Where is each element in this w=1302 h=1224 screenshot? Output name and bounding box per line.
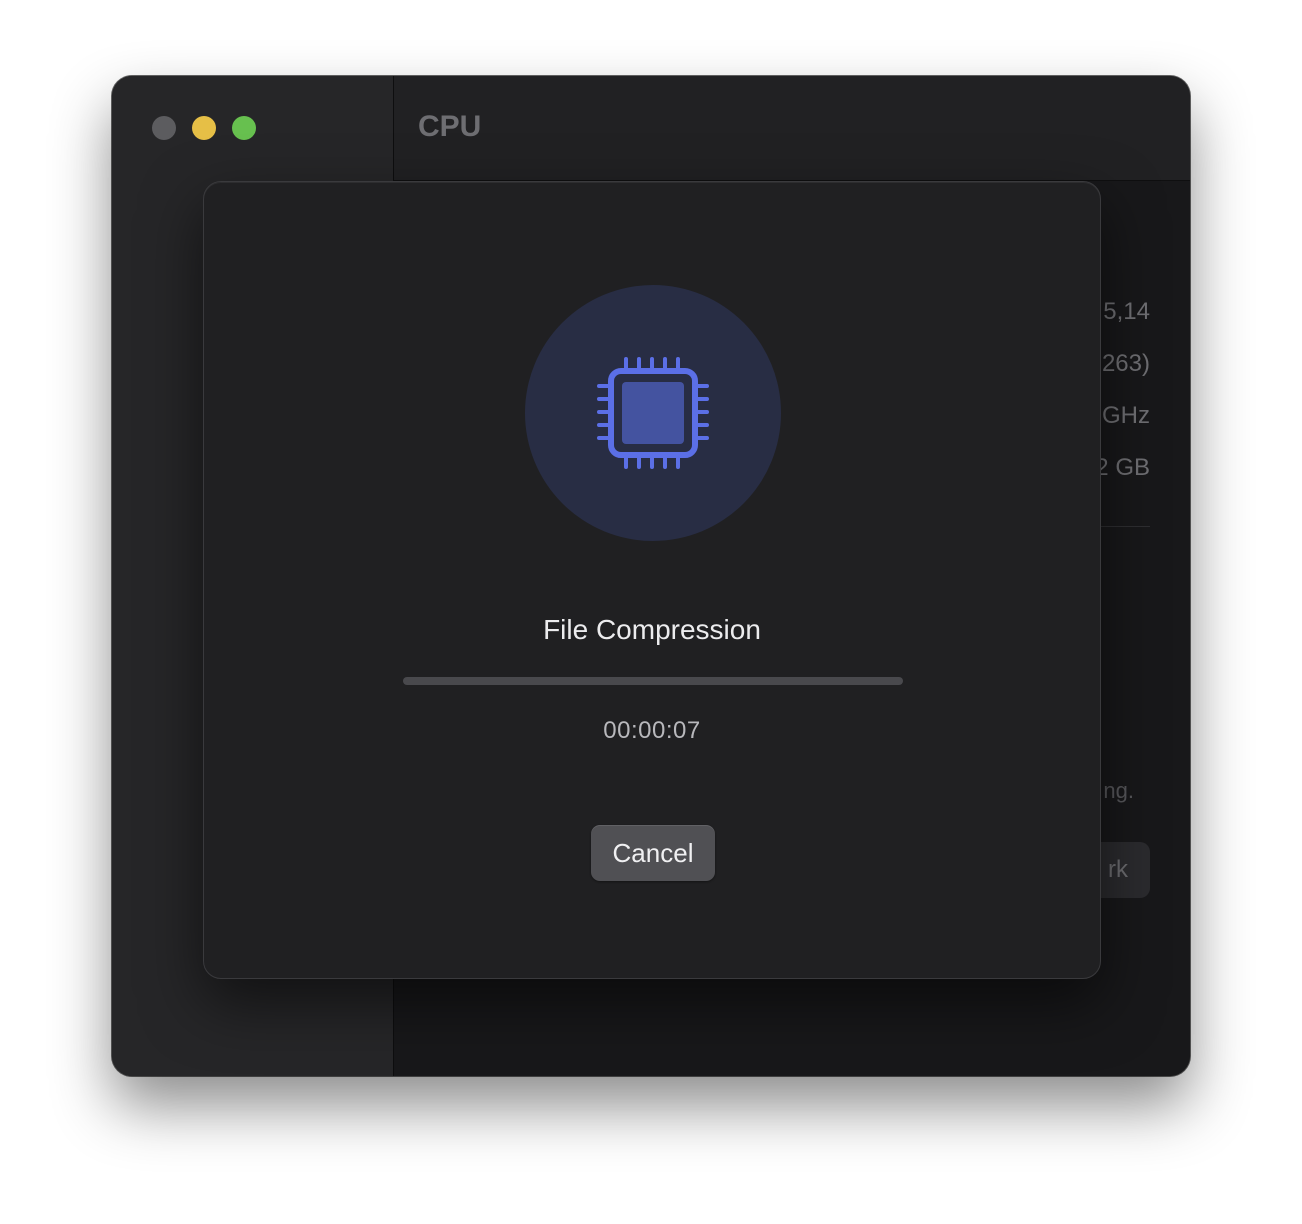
- toolbar-title: CPU: [418, 110, 482, 143]
- close-window-button[interactable]: [152, 116, 176, 140]
- info-value: 2 GB: [1095, 454, 1150, 481]
- info-value: 5,14: [1103, 298, 1150, 325]
- dialog-title: File Compression: [543, 614, 761, 645]
- cpu-chip-icon: [597, 357, 709, 469]
- minimize-window-button[interactable]: [192, 116, 216, 140]
- progress-dialog: File Compression 00:00:07 Cancel: [203, 181, 1101, 979]
- icon-circle: [525, 285, 781, 541]
- toolbar: CPU: [394, 76, 1190, 181]
- progress-bar: [403, 677, 903, 685]
- info-value: GHz: [1102, 402, 1150, 429]
- note-text: ng.: [1103, 778, 1134, 803]
- cancel-button[interactable]: Cancel: [591, 825, 715, 881]
- zoom-window-button[interactable]: [232, 116, 256, 140]
- elapsed-time: 00:00:07: [603, 717, 701, 744]
- info-value: 263): [1101, 350, 1150, 377]
